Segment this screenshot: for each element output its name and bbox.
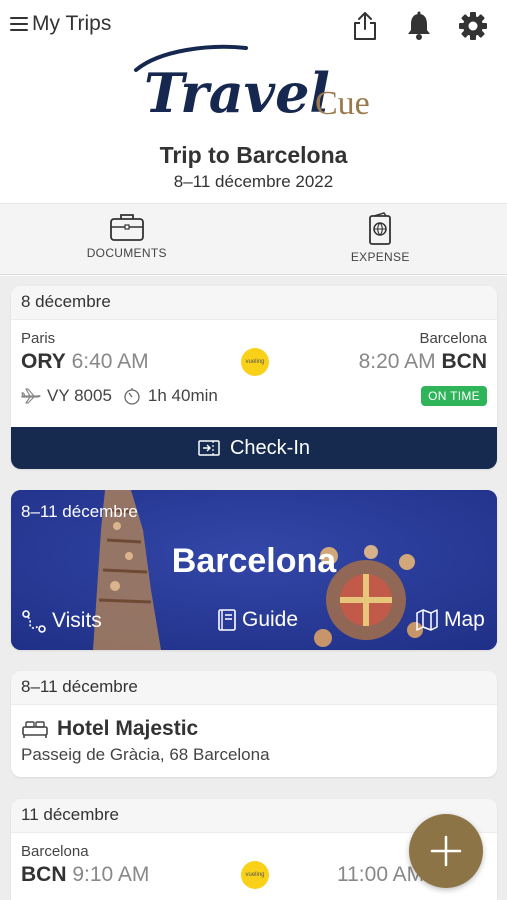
flight-duration: 1h 40min xyxy=(147,386,218,405)
arrival-city: Barcelona xyxy=(419,330,487,347)
visits-button[interactable]: Visits xyxy=(21,608,102,634)
map-button[interactable]: Map xyxy=(415,608,485,632)
visits-label: Visits xyxy=(52,609,102,632)
hamburger-icon xyxy=(10,17,28,31)
guide-button[interactable]: Guide xyxy=(217,608,298,632)
passport-icon xyxy=(369,212,392,245)
documents-label: DOCUMENTS xyxy=(86,246,167,260)
itinerary-list: 8 décembre Paris Barcelona ORY 6:40 AM v… xyxy=(0,276,507,900)
return-departure-time: 9:10 AM xyxy=(72,863,150,886)
return-arrival-time: 11:00 AM xyxy=(337,863,425,886)
hotel-title: Hotel Majestic xyxy=(21,717,198,741)
documents-button[interactable]: DOCUMENTS xyxy=(0,204,254,274)
flight-number: VY 8005 xyxy=(47,386,112,405)
guide-label: Guide xyxy=(242,608,299,631)
timer-icon xyxy=(124,388,140,405)
arrival-code: BCN xyxy=(441,350,488,373)
briefcase-icon xyxy=(109,214,144,241)
departure-info: ORY 6:40 AM xyxy=(21,350,149,374)
quick-actions-bar: DOCUMENTS EXPENSE xyxy=(0,203,507,275)
destination-dates: 8–11 décembre xyxy=(21,502,138,521)
logo-cue-text: Cue xyxy=(315,85,370,122)
my-trips-label: My Trips xyxy=(32,12,112,35)
route-icon xyxy=(22,610,46,633)
travelcue-logo: Travel Cue xyxy=(130,40,380,130)
expense-button[interactable]: EXPENSE xyxy=(254,204,507,274)
hotel-address: Passeig de Gràcia, 68 Barcelona xyxy=(21,745,270,764)
destination-card[interactable]: 8–11 décembre Barcelona Visits Guide Map xyxy=(11,490,497,650)
expense-label: EXPENSE xyxy=(350,250,410,264)
departure-time: 6:40 AM xyxy=(71,350,149,373)
flight-date: 8 décembre xyxy=(11,286,497,320)
map-icon xyxy=(416,609,438,631)
flight-card[interactable]: 8 décembre Paris Barcelona ORY 6:40 AM v… xyxy=(11,286,497,469)
trip-dates: 8–11 décembre 2022 xyxy=(173,172,334,191)
departure-code: ORY xyxy=(21,350,66,373)
return-departure-code: BCN xyxy=(21,863,67,886)
trip-title: Trip to Barcelona xyxy=(159,142,348,168)
airline-logo: vueling xyxy=(241,348,269,376)
return-departure-city: Barcelona xyxy=(21,843,89,860)
plus-icon xyxy=(430,835,462,867)
return-airline-logo: vueling xyxy=(241,861,269,889)
arrival-info: 8:20 AM BCN xyxy=(359,350,487,374)
check-in-button[interactable]: Check-In xyxy=(11,427,497,469)
arrival-time: 8:20 AM xyxy=(358,350,436,373)
return-arrival-info: 11:00 AM xyxy=(337,863,424,887)
book-icon xyxy=(218,609,236,631)
destination-city: Barcelona xyxy=(171,542,337,580)
logo-travel-text: Travel xyxy=(144,61,330,125)
hotel-name: Hotel Majestic xyxy=(57,717,199,740)
gear-icon[interactable] xyxy=(457,10,489,42)
add-button[interactable] xyxy=(409,814,483,888)
check-in-label: Check-In xyxy=(229,436,311,459)
boarding-pass-icon xyxy=(198,440,220,456)
my-trips-menu-button[interactable]: My Trips xyxy=(10,12,111,36)
hotel-card[interactable]: 8–11 décembre Hotel Majestic Passeig de … xyxy=(11,671,497,777)
map-label: Map xyxy=(444,608,485,631)
plane-icon xyxy=(21,388,41,404)
flight-meta: VY 8005 1h 40min xyxy=(21,386,218,406)
departure-city: Paris xyxy=(21,330,56,347)
bell-icon[interactable] xyxy=(403,10,435,42)
status-badge: ON TIME xyxy=(421,386,487,406)
share-icon[interactable] xyxy=(349,10,381,42)
bed-icon xyxy=(22,721,48,738)
hotel-date: 8–11 décembre xyxy=(11,671,497,705)
return-departure-info: BCN 9:10 AM xyxy=(21,863,149,887)
